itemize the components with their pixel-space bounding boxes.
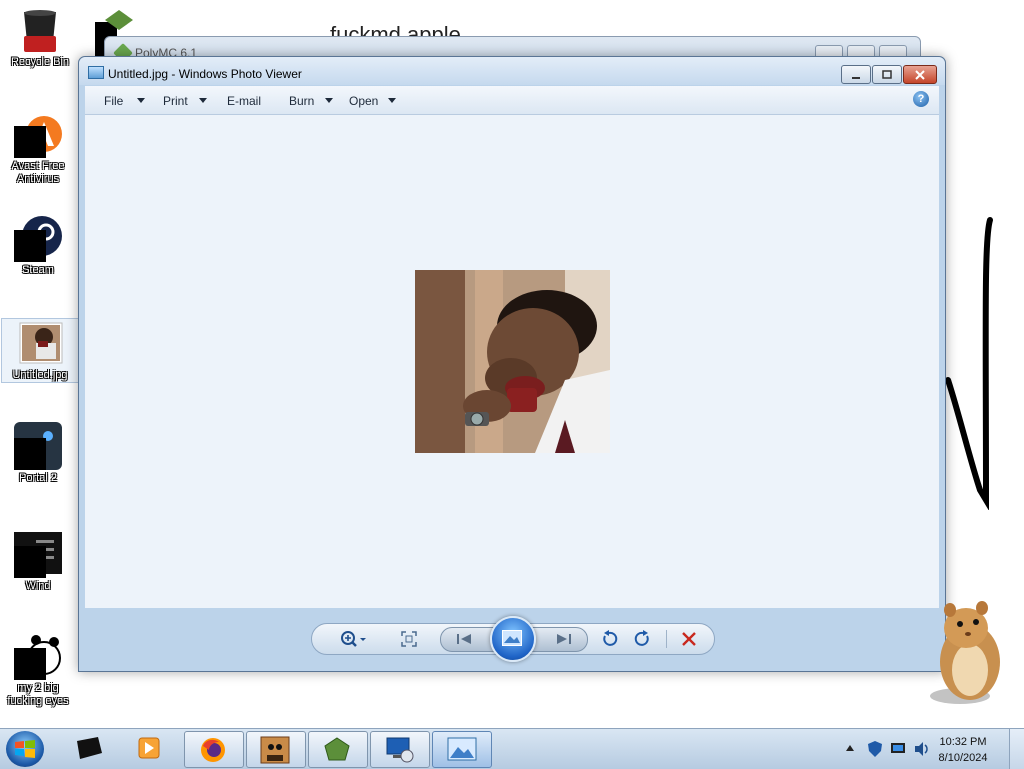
chevron-down-icon[interactable] — [388, 98, 396, 103]
show-desktop-button[interactable] — [1009, 729, 1024, 769]
hamster-box-icon — [260, 736, 290, 764]
menu-email[interactable]: E-mail — [227, 94, 261, 108]
desktop-icon-steam[interactable]: Steam — [0, 214, 76, 277]
desktop-icon-label: Wind — [25, 580, 51, 592]
network-icon[interactable] — [890, 742, 906, 756]
minimize-icon — [852, 76, 860, 79]
desktop-icon-untitled-jpg[interactable]: Untitled.jpg — [1, 318, 79, 383]
slideshow-button[interactable] — [490, 616, 536, 662]
rotate-clockwise-icon[interactable] — [634, 630, 652, 648]
image-canvas[interactable] — [85, 115, 939, 608]
steam-icon — [14, 216, 62, 262]
minimize-button[interactable] — [841, 65, 871, 84]
black-box-app-icon — [77, 737, 102, 759]
actual-size-icon[interactable] — [400, 630, 418, 648]
clock-time[interactable]: 10:32 PM — [928, 736, 998, 748]
slideshow-icon — [502, 630, 522, 646]
toolbar-separator — [666, 630, 667, 648]
help-icon[interactable]: ? — [913, 91, 929, 107]
desktop-icon-portal2[interactable]: Portal 2 — [0, 422, 76, 485]
taskbar-app-black[interactable] — [60, 731, 118, 766]
wind-app-icon — [14, 532, 62, 578]
desktop-icon-avast[interactable]: Avast Free Antivirus — [0, 110, 76, 186]
recycle-bin-icon — [24, 10, 56, 52]
menu-bar: File Print E-mail Burn Open ? — [85, 86, 939, 115]
menu-print[interactable]: Print — [163, 94, 188, 108]
taskbar-hamster-app[interactable] — [246, 731, 306, 768]
maximize-button[interactable] — [872, 65, 902, 84]
photo-viewer-icon — [447, 737, 477, 761]
previous-icon[interactable] — [455, 633, 473, 645]
restore-icon — [882, 69, 892, 79]
taskbar: 10:32 PM 8/10/2024 — [0, 728, 1024, 769]
desktop-icon-label: my 2 big fucking eyes — [7, 682, 69, 707]
desktop-icon-label: Untitled.jpg — [12, 369, 68, 381]
taskbar-photo-viewer[interactable] — [432, 731, 492, 768]
menu-open[interactable]: Open — [349, 94, 378, 108]
menu-file[interactable]: File — [104, 94, 123, 108]
photo-viewer-window[interactable]: Untitled.jpg - Windows Photo Viewer File… — [78, 56, 946, 672]
start-button[interactable] — [6, 731, 44, 767]
desktop-icon-wind[interactable]: Wind — [0, 530, 76, 593]
taskbar-polymc[interactable] — [308, 731, 368, 768]
image-file-icon — [19, 322, 63, 364]
close-button[interactable] — [903, 65, 937, 84]
photo-viewer-app-icon — [88, 66, 104, 79]
close-icon — [915, 69, 925, 80]
taskbar-remote-desktop[interactable] — [370, 731, 430, 768]
chevron-down-icon[interactable] — [137, 98, 145, 103]
displayed-photo — [415, 270, 610, 453]
photo-viewer-titlebar[interactable]: Untitled.jpg - Windows Photo Viewer — [79, 57, 945, 85]
hamster-image — [930, 601, 1000, 704]
desktop-icon-label: Steam — [22, 264, 54, 276]
delete-icon[interactable] — [680, 630, 698, 648]
chevron-down-icon[interactable] — [199, 98, 207, 103]
polymc-icon — [324, 737, 350, 761]
avast-icon — [14, 116, 62, 158]
taskbar-firefox[interactable] — [184, 731, 244, 768]
menu-burn[interactable]: Burn — [289, 94, 314, 108]
desktop-icon-label: Portal 2 — [19, 472, 57, 484]
chevron-up-icon[interactable] — [846, 745, 854, 751]
panda-icon — [14, 635, 61, 680]
viewer-toolbar — [311, 616, 715, 662]
desktop-icon-recycle-bin[interactable]: Recycle Bin — [2, 6, 78, 69]
desktop-icon-my-2-big-eyes[interactable]: my 2 big fucking eyes — [0, 632, 76, 708]
shield-icon[interactable] — [868, 741, 882, 757]
chevron-down-icon[interactable] — [325, 98, 333, 103]
desktop-icon-label: Avast Free Antivirus — [11, 160, 65, 185]
zoom-icon[interactable] — [340, 630, 366, 648]
clock-date[interactable]: 8/10/2024 — [928, 752, 998, 764]
taskbar-media-player[interactable] — [122, 731, 180, 766]
remote-desktop-icon — [386, 737, 414, 763]
next-icon[interactable] — [555, 633, 573, 645]
media-player-icon — [138, 737, 160, 759]
portal2-icon — [14, 422, 62, 470]
windows-logo-icon — [15, 740, 35, 758]
desktop-icon-label: Recycle Bin — [10, 56, 70, 68]
rotate-counterclockwise-icon[interactable] — [600, 630, 618, 648]
scribble-drawing — [945, 217, 993, 510]
window-title: Untitled.jpg - Windows Photo Viewer — [108, 67, 302, 81]
firefox-icon — [201, 738, 225, 762]
photo-content-image — [415, 270, 610, 453]
